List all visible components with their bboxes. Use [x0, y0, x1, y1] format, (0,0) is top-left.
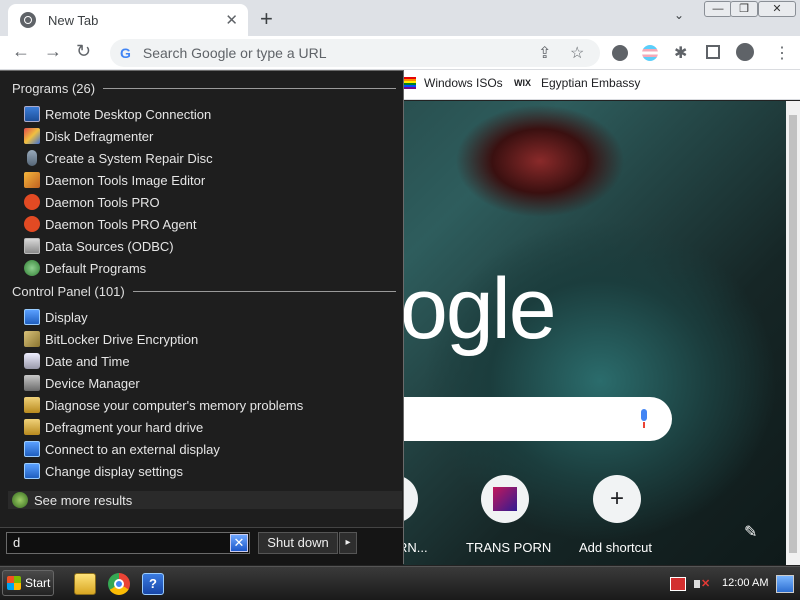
chrome-taskbar-icon[interactable]	[108, 573, 130, 595]
tab-close-icon[interactable]: ✕	[225, 11, 238, 29]
scrollbar-thumb[interactable]	[789, 115, 797, 553]
bitlocker-icon	[24, 331, 40, 347]
side-panel-icon[interactable]	[706, 45, 720, 59]
wix-icon: WIX	[514, 78, 531, 88]
profile-avatar-icon[interactable]	[736, 43, 754, 61]
volume-muted-icon[interactable]: ✕	[694, 577, 710, 591]
restore-button[interactable]: ❐	[730, 1, 758, 17]
program-system-repair-disc[interactable]: Create a System Repair Disc	[24, 147, 394, 169]
program-default-programs[interactable]: Default Programs	[24, 257, 394, 279]
display-settings-icon	[24, 463, 40, 479]
ntp-search-box[interactable]	[404, 397, 672, 441]
reload-icon[interactable]: ↻	[76, 41, 91, 62]
google-icon: G	[120, 45, 131, 61]
browser-toolbar: ← → ↻ G Search Google or type a URL ⇪ ☆ …	[0, 36, 800, 70]
start-label: Start	[25, 576, 51, 590]
daemon-agent-icon	[24, 216, 40, 232]
show-desktop-icon[interactable]	[776, 575, 794, 593]
bookmark-windows-isos[interactable]: Windows ISOs	[404, 76, 503, 90]
cp-defragment-drive[interactable]: Defragment your hard drive	[24, 416, 394, 438]
program-disk-defragmenter[interactable]: Disk Defragmenter	[24, 125, 394, 147]
rainbow-flag-icon	[404, 77, 416, 89]
device-manager-icon	[24, 375, 40, 391]
display-icon	[24, 309, 40, 325]
tab-strip: New Tab ✕ + ⌄ — ❐ ✕	[0, 0, 800, 36]
odbc-icon	[24, 238, 40, 254]
start-menu-bottom-bar: d ✕ Shut down ▸	[0, 527, 403, 565]
bookmark-star-icon[interactable]: ☆	[570, 43, 584, 63]
tab-new-tab[interactable]: New Tab ✕	[8, 4, 248, 36]
start-button[interactable]: Start	[2, 570, 54, 596]
add-shortcut-tile[interactable]: +	[593, 475, 641, 523]
plus-icon: +	[609, 485, 624, 512]
see-more-results[interactable]: See more results	[8, 491, 402, 509]
network-monitor-icon[interactable]	[670, 577, 686, 591]
clock-icon	[24, 353, 40, 369]
see-more-icon	[12, 492, 28, 508]
memory-diagnostic-icon	[24, 397, 40, 413]
shortcut-tile-trans-porn[interactable]	[481, 475, 529, 523]
tab-search-icon[interactable]: ⌄	[674, 8, 684, 22]
cp-bitlocker[interactable]: BitLocker Drive Encryption	[24, 328, 394, 350]
ublock-icon[interactable]	[612, 45, 628, 61]
menu-kebab-icon[interactable]: ⋮	[774, 43, 790, 63]
bookmark-label: Egyptian Embassy	[541, 76, 641, 90]
control-panel-header: Control Panel (101)	[12, 284, 396, 299]
page-scrollbar[interactable]	[786, 101, 800, 565]
shortcut-label-trans-porn[interactable]: TRANS PORN	[466, 540, 551, 555]
clear-search-icon[interactable]: ✕	[230, 534, 248, 552]
windows-logo-icon	[7, 576, 21, 590]
add-shortcut-label[interactable]: Add shortcut	[579, 540, 652, 555]
explorer-icon[interactable]	[74, 573, 96, 595]
program-daemon-tools-pro[interactable]: Daemon Tools PRO	[24, 191, 394, 213]
share-icon[interactable]: ⇪	[538, 43, 551, 63]
default-programs-icon	[24, 260, 40, 276]
back-icon[interactable]: ←	[12, 41, 30, 62]
programs-header: Programs (26)	[12, 81, 396, 96]
program-data-sources[interactable]: Data Sources (ODBC)	[24, 235, 394, 257]
customize-pencil-icon[interactable]: ✎	[744, 522, 757, 542]
extension-flag-icon[interactable]	[642, 45, 658, 61]
google-logo: ogle	[400, 261, 557, 357]
cp-device-manager[interactable]: Device Manager	[24, 372, 394, 394]
site-thumbnail-icon	[493, 487, 517, 511]
close-window-button[interactable]: ✕	[758, 1, 796, 17]
search-value: d	[13, 535, 21, 550]
defragment-drive-icon	[24, 419, 40, 435]
extensions-puzzle-icon[interactable]: ✱	[674, 43, 687, 63]
microphone-icon[interactable]	[638, 409, 650, 429]
start-search-input[interactable]: d ✕	[6, 532, 250, 554]
program-remote-desktop[interactable]: Remote Desktop Connection	[24, 103, 394, 125]
cp-display-settings[interactable]: Change display settings	[24, 460, 394, 482]
forward-icon[interactable]: →	[44, 41, 62, 62]
repair-disc-icon	[27, 150, 37, 166]
bookmark-egyptian-embassy[interactable]: WIX Egyptian Embassy	[514, 76, 640, 90]
new-tab-button[interactable]: +	[260, 6, 273, 32]
remote-desktop-icon	[24, 106, 40, 122]
daemon-editor-icon	[24, 172, 40, 188]
omnibox[interactable]: G Search Google or type a URL	[110, 39, 600, 67]
program-daemon-image-editor[interactable]: Daemon Tools Image Editor	[24, 169, 394, 191]
bookmark-label: Windows ISOs	[424, 76, 503, 90]
defragmenter-icon	[24, 128, 40, 144]
clock[interactable]: 12:00 AM	[722, 577, 768, 589]
cp-display[interactable]: Display	[24, 306, 394, 328]
tab-title: New Tab	[48, 12, 99, 28]
help-icon[interactable]: ?	[142, 573, 164, 595]
chrome-icon	[20, 12, 36, 28]
daemon-tools-icon	[24, 194, 40, 210]
shutdown-button[interactable]: Shut down	[258, 532, 338, 554]
cp-external-display[interactable]: Connect to an external display	[24, 438, 394, 460]
program-daemon-tools-agent[interactable]: Daemon Tools PRO Agent	[24, 213, 394, 235]
omnibox-placeholder: Search Google or type a URL	[142, 45, 327, 61]
minimize-button[interactable]: —	[704, 1, 732, 17]
taskbar: Start ? ✕ 12:00 AM	[0, 566, 800, 600]
start-menu: Programs (26) Remote Desktop Connection …	[0, 70, 404, 565]
cp-memory-diagnostic[interactable]: Diagnose your computer's memory problems	[24, 394, 394, 416]
external-display-icon	[24, 441, 40, 457]
cp-date-time[interactable]: Date and Time	[24, 350, 394, 372]
shutdown-options-arrow[interactable]: ▸	[339, 532, 357, 554]
